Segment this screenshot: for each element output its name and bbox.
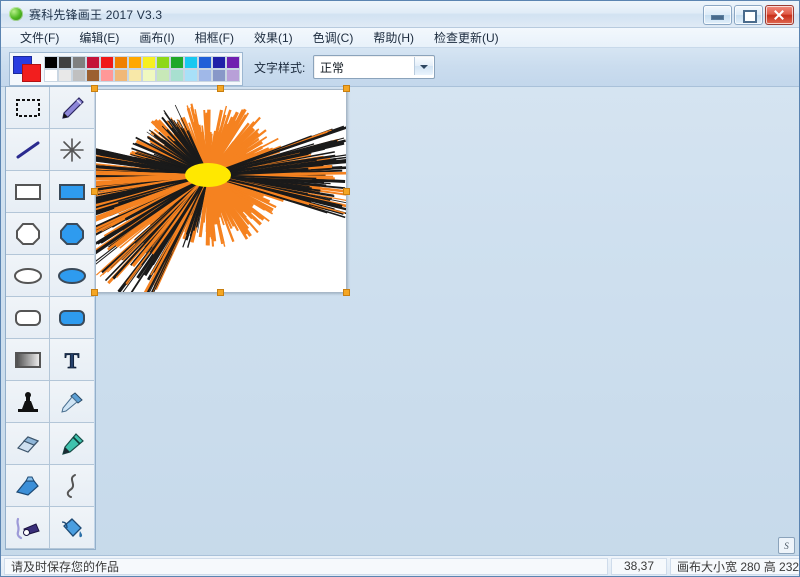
palette-swatch[interactable] (184, 56, 198, 69)
palette-swatch[interactable] (198, 69, 212, 82)
line-tool[interactable] (6, 129, 50, 171)
current-colors-indicator[interactable] (13, 56, 41, 82)
cursor-position: 38,37 (611, 558, 667, 575)
polygon-outline-tool[interactable] (6, 213, 50, 255)
palette-swatch[interactable] (142, 69, 156, 82)
gradient-tool[interactable] (6, 339, 50, 381)
resize-handle-se[interactable] (343, 289, 350, 296)
palette-swatch[interactable] (226, 56, 240, 69)
text-tool[interactable]: T (50, 339, 94, 381)
menu-effects[interactable]: 效果(1) (245, 28, 302, 48)
marker-pen-tool[interactable] (50, 423, 94, 465)
palette-swatch[interactable] (58, 69, 72, 82)
app-icon (9, 7, 23, 21)
palette-swatch[interactable] (198, 56, 212, 69)
svg-text:T: T (65, 348, 80, 372)
paint-bucket-tool[interactable] (50, 507, 94, 549)
eyedropper-tool[interactable] (50, 381, 94, 423)
menu-file[interactable]: 文件(F) (11, 28, 68, 48)
palette-swatch[interactable] (86, 69, 100, 82)
drawing-canvas[interactable] (95, 89, 347, 293)
palette-swatch[interactable] (212, 69, 226, 82)
rectangle-outline-tool[interactable] (6, 171, 50, 213)
canvas-size-info: 画布大小宽 280 高 232 (670, 558, 800, 575)
pencil-tool[interactable] (50, 87, 94, 129)
foreground-color-swatch[interactable] (22, 64, 41, 82)
palette-swatch[interactable] (72, 69, 86, 82)
resize-handle-w[interactable] (91, 188, 98, 195)
application-window: 赛科先锋画王 2017 V3.3 文件(F) 编辑(E) 画布(I) 相框(F)… (0, 0, 800, 577)
menu-canvas[interactable]: 画布(I) (130, 28, 183, 48)
menu-check-update[interactable]: 检查更新(U) (425, 28, 508, 48)
palette-swatch[interactable] (156, 56, 170, 69)
menu-frame[interactable]: 相框(F) (186, 28, 243, 48)
window-controls (703, 5, 794, 25)
palette-swatch[interactable] (156, 69, 170, 82)
smudge-tool[interactable] (6, 507, 50, 549)
stamp-tool[interactable] (6, 381, 50, 423)
text-style-value: 正常 (320, 59, 344, 76)
text-style-select[interactable]: 正常 (313, 55, 435, 79)
sunburst-artwork (96, 90, 346, 292)
palette-swatch[interactable] (114, 56, 128, 69)
palette-swatch[interactable] (100, 56, 114, 69)
palette-swatch[interactable] (114, 69, 128, 82)
spray-tool[interactable] (6, 465, 50, 507)
color-toolbar: 文字样式: 正常 (1, 48, 799, 87)
palette-swatch[interactable] (226, 69, 240, 82)
rounded-rect-outline-tool[interactable] (6, 297, 50, 339)
resize-handle-nw[interactable] (91, 85, 98, 92)
canvas-area (95, 89, 347, 293)
palette-swatch[interactable] (170, 69, 184, 82)
palette-swatch[interactable] (58, 56, 72, 69)
palette-swatch[interactable] (142, 56, 156, 69)
resize-handle-sw[interactable] (91, 289, 98, 296)
eraser-tool[interactable] (6, 423, 50, 465)
minimize-button[interactable] (703, 5, 732, 25)
palette-swatch[interactable] (86, 56, 100, 69)
ellipse-filled-tool[interactable] (50, 255, 94, 297)
menu-help[interactable]: 帮助(H) (364, 28, 423, 48)
status-bar: 请及时保存您的作品 38,37 画布大小宽 280 高 232 (1, 555, 799, 576)
title-bar: 赛科先锋画王 2017 V3.3 (1, 1, 799, 28)
close-button[interactable] (765, 5, 794, 25)
ellipse-outline-tool[interactable] (6, 255, 50, 297)
polygon-filled-tool[interactable] (50, 213, 94, 255)
menu-edit[interactable]: 编辑(E) (70, 28, 128, 48)
palette-swatch[interactable] (128, 56, 142, 69)
window-title: 赛科先锋画王 2017 V3.3 (29, 6, 162, 23)
palette-swatch[interactable] (44, 56, 58, 69)
palette-swatch[interactable] (170, 56, 184, 69)
menu-tone[interactable]: 色调(C) (304, 28, 363, 48)
curve-tool[interactable] (50, 465, 94, 507)
palette-swatch[interactable] (128, 69, 142, 82)
resize-handle-ne[interactable] (343, 85, 350, 92)
signature-grip-button[interactable]: S (778, 537, 795, 554)
resize-handle-n[interactable] (217, 85, 224, 92)
palette-swatch-grid[interactable] (44, 56, 240, 82)
select-rectangle-tool[interactable] (6, 87, 50, 129)
starburst-tool[interactable] (50, 129, 94, 171)
tool-panel: T (5, 86, 96, 550)
palette-swatch[interactable] (100, 69, 114, 82)
status-message: 请及时保存您的作品 (4, 558, 608, 575)
chevron-down-icon[interactable] (414, 57, 433, 75)
rectangle-filled-tool[interactable] (50, 171, 94, 213)
text-style-label: 文字样式: (254, 59, 305, 76)
maximize-button[interactable] (734, 5, 763, 25)
rounded-rect-filled-tool[interactable] (50, 297, 94, 339)
resize-handle-s[interactable] (217, 289, 224, 296)
color-palette (9, 52, 243, 86)
palette-swatch[interactable] (44, 69, 58, 82)
resize-handle-e[interactable] (343, 188, 350, 195)
palette-swatch[interactable] (212, 56, 226, 69)
menu-bar: 文件(F) 编辑(E) 画布(I) 相框(F) 效果(1) 色调(C) 帮助(H… (1, 28, 799, 48)
palette-swatch[interactable] (72, 56, 86, 69)
palette-swatch[interactable] (184, 69, 198, 82)
